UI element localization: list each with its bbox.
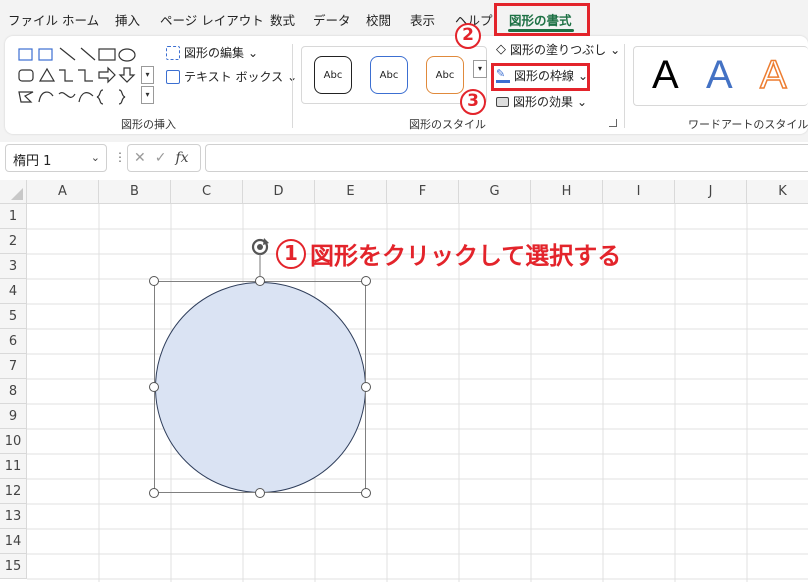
wordart-black[interactable]: A <box>652 53 679 98</box>
resize-handle[interactable] <box>149 382 159 392</box>
chevron-down-icon: ⌄ <box>610 42 621 57</box>
ribbon-separator <box>292 44 293 128</box>
chevron-down-icon: ⌄ <box>248 45 259 60</box>
column-header[interactable]: E <box>315 180 387 204</box>
paint-bucket-icon: ◇ <box>496 42 506 57</box>
row-header[interactable]: 4 <box>0 279 27 304</box>
text-box-icon <box>166 69 180 84</box>
step-1-text: 図形をクリックして選択する <box>310 242 622 270</box>
tab-page-layout[interactable]: ページ レイアウト <box>160 10 264 29</box>
wordart-gallery[interactable]: A A A <box>633 46 808 106</box>
resize-handle[interactable] <box>361 488 371 498</box>
shape-styles-gallery[interactable]: Abc Abc Abc <box>301 46 487 104</box>
more-dots-icon[interactable]: ⋮ <box>114 150 126 164</box>
rotate-handle-icon[interactable] <box>250 237 272 277</box>
column-header[interactable]: A <box>27 180 99 204</box>
shapes-gallery[interactable] <box>15 44 145 108</box>
insert-shapes-group-label: 図形の挿入 <box>121 118 176 131</box>
row-header[interactable]: 11 <box>0 454 27 479</box>
check-icon[interactable]: ✓ <box>155 150 167 166</box>
step-1-callout: 1 図形をクリックして選択する <box>276 236 621 271</box>
resize-handle[interactable] <box>361 382 371 392</box>
step-2-badge: 2 <box>455 23 481 49</box>
column-header[interactable]: H <box>531 180 603 204</box>
row-header[interactable]: 8 <box>0 379 27 404</box>
column-header[interactable]: D <box>243 180 315 204</box>
resize-handle[interactable] <box>361 276 371 286</box>
insert-function-icon[interactable]: fx <box>175 150 188 166</box>
row-header[interactable]: 9 <box>0 404 27 429</box>
formula-input[interactable] <box>205 144 808 172</box>
shape-icons <box>18 47 136 105</box>
shape-effects-button[interactable]: 図形の効果 ⌄ <box>496 93 587 110</box>
column-header[interactable]: G <box>459 180 531 204</box>
select-all-corner[interactable] <box>0 180 27 204</box>
row-header[interactable]: 15 <box>0 554 27 579</box>
wordart-group-label: ワードアートのスタイル <box>688 118 808 131</box>
edit-shape-icon <box>166 45 180 60</box>
row-header[interactable]: 7 <box>0 354 27 379</box>
row-header[interactable]: 5 <box>0 304 27 329</box>
edit-shape-label: 図形の編集 <box>184 46 245 60</box>
row-header[interactable]: 10 <box>0 429 27 454</box>
shapes-scroll-down[interactable]: ▾ <box>141 66 154 84</box>
row-header[interactable]: 12 <box>0 479 27 504</box>
highlight-shape-outline <box>491 63 590 91</box>
formula-buttons: ✕ ✓ fx <box>127 144 201 172</box>
row-header[interactable]: 1 <box>0 204 27 229</box>
edit-shape-button[interactable]: 図形の編集 ⌄ <box>166 44 258 61</box>
step-3-badge: 3 <box>460 89 486 115</box>
name-box[interactable]: 楕円 1 ⌄ <box>5 144 107 172</box>
text-box-button[interactable]: テキスト ボックス ⌄ <box>166 68 297 85</box>
shapes-more-button[interactable]: ▾ <box>141 86 154 104</box>
resize-handle[interactable] <box>255 488 265 498</box>
tab-formulas[interactable]: 数式 <box>270 10 295 29</box>
row-header[interactable]: 3 <box>0 254 27 279</box>
tab-review[interactable]: 校閲 <box>366 10 391 29</box>
resize-handle[interactable] <box>255 276 265 286</box>
style-swatch-black[interactable]: Abc <box>314 56 352 94</box>
ribbon: ▾ ▾ 図形の編集 ⌄ テキスト ボックス ⌄ 図形の挿入 Abc Abc Ab… <box>5 36 808 134</box>
ribbon-separator <box>624 44 625 128</box>
shape-fill-button[interactable]: ◇ 図形の塗りつぶし ⌄ <box>496 41 620 58</box>
highlight-shape-format-tab <box>494 3 590 36</box>
wordart-blue[interactable]: A <box>706 53 733 98</box>
tab-insert[interactable]: 挿入 <box>115 10 140 29</box>
column-header[interactable]: I <box>603 180 675 204</box>
row-header[interactable]: 13 <box>0 504 27 529</box>
cancel-icon[interactable]: ✕ <box>134 150 146 166</box>
tab-file[interactable]: ファイル <box>8 10 58 29</box>
row-header[interactable]: 14 <box>0 529 27 554</box>
effects-icon <box>496 96 509 107</box>
column-header[interactable]: K <box>747 180 808 204</box>
column-header[interactable]: C <box>171 180 243 204</box>
tab-home[interactable]: ホーム <box>62 10 99 29</box>
styles-scroll-button[interactable]: ▾ <box>473 60 487 78</box>
row-header[interactable]: 6 <box>0 329 27 354</box>
column-header[interactable]: B <box>99 180 171 204</box>
column-header[interactable]: F <box>387 180 459 204</box>
shape-styles-group-label: 図形のスタイル <box>409 118 486 131</box>
row-header[interactable]: 2 <box>0 229 27 254</box>
text-box-label: テキスト ボックス <box>184 70 284 84</box>
wordart-orange-outline[interactable]: A <box>759 52 787 98</box>
resize-handle[interactable] <box>149 488 159 498</box>
shape-fill-label: 図形の塗りつぶし <box>510 43 607 57</box>
style-swatch-blue[interactable]: Abc <box>370 56 408 94</box>
dialog-launcher-icon[interactable] <box>609 119 617 127</box>
chevron-down-icon: ⌄ <box>90 151 100 164</box>
menu-tab-bar: ファイル ホーム 挿入 ページ レイアウト 数式 データ 校閲 表示 ヘルプ 図… <box>0 0 808 36</box>
name-box-value: 楕円 1 <box>13 154 52 169</box>
resize-handle[interactable] <box>149 276 159 286</box>
shape-effects-label: 図形の効果 <box>513 95 574 109</box>
selection-frame <box>154 281 366 493</box>
chevron-down-icon: ⌄ <box>577 94 588 109</box>
tab-view[interactable]: 表示 <box>410 10 435 29</box>
style-swatch-orange[interactable]: Abc <box>426 56 464 94</box>
tab-data[interactable]: データ <box>313 10 351 29</box>
step-1-badge: 1 <box>276 238 306 269</box>
column-header[interactable]: J <box>675 180 747 204</box>
